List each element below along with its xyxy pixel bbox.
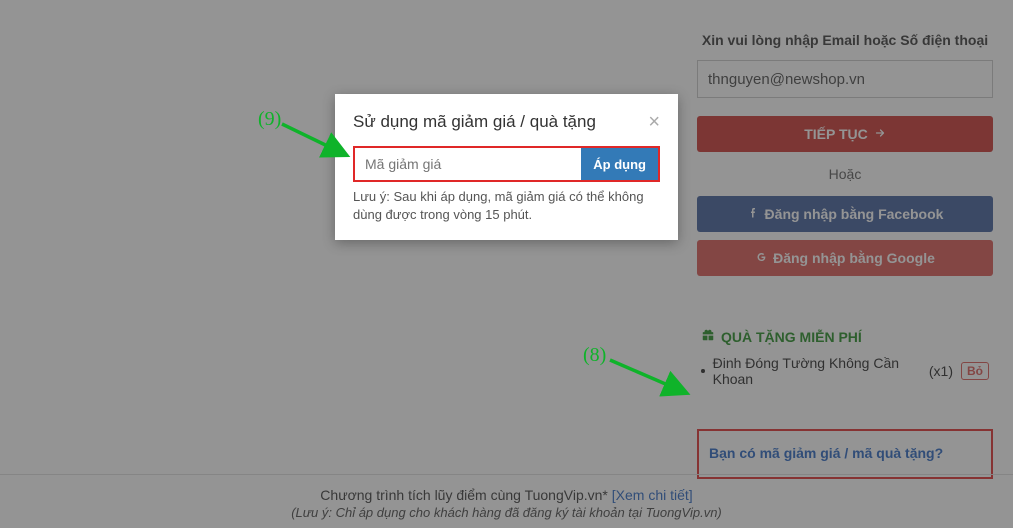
gg-label: Đăng nhập bằng Google [773, 250, 935, 266]
google-icon [755, 250, 767, 266]
facebook-login-button[interactable]: Đăng nhập bằng Facebook [697, 196, 993, 232]
page-root: Xin vui lòng nhập Email hoặc Số điện tho… [0, 0, 1013, 528]
footer: Chương trình tích lũy điểm cùng TuongVip… [0, 474, 1013, 528]
continue-button[interactable]: TIẾP TỤC [697, 116, 993, 152]
continue-label: TIẾP TỤC [804, 126, 868, 142]
bullet-icon [701, 369, 705, 373]
apply-coupon-button[interactable]: Áp dụng [581, 148, 658, 180]
footer-line1: Chương trình tích lũy điểm cùng TuongVip… [0, 487, 1013, 503]
modal-note: Lưu ý: Sau khi áp dụng, mã giảm giá có t… [353, 188, 660, 224]
arrow-right-icon [874, 126, 886, 142]
coupon-input-group: Áp dụng [353, 146, 660, 182]
gift-item-qty: (x1) [929, 363, 953, 379]
footer-text: Chương trình tích lũy điểm cùng TuongVip… [320, 487, 611, 503]
footer-details-link[interactable]: [Xem chi tiết] [612, 487, 693, 503]
email-input[interactable] [697, 60, 993, 98]
coupon-code-input[interactable] [355, 148, 581, 180]
facebook-icon [747, 206, 759, 222]
gift-item-row: Đinh Đóng Tường Không Cần Khoan (x1) Bỏ [701, 355, 989, 387]
coupon-modal: Sử dụng mã giảm giá / quà tặng × Áp dụng… [335, 94, 678, 240]
gift-section: QUÀ TẶNG MIỄN PHÍ Đinh Đóng Tường Không … [697, 320, 993, 395]
modal-header: Sử dụng mã giảm giá / quà tặng × [353, 112, 660, 132]
or-separator: Hoặc [697, 166, 993, 182]
footer-note: (Lưu ý: Chỉ áp dụng cho khách hàng đã đă… [0, 505, 1013, 520]
gift-icon [701, 328, 715, 345]
google-login-button[interactable]: Đăng nhập bằng Google [697, 240, 993, 276]
right-panel: Xin vui lòng nhập Email hoặc Số điện tho… [685, 0, 1005, 489]
gift-title: QUÀ TẶNG MIỄN PHÍ [701, 328, 989, 345]
coupon-link[interactable]: Bạn có mã giảm giá / mã quà tặng? [709, 445, 943, 461]
modal-title: Sử dụng mã giảm giá / quà tặng [353, 112, 596, 132]
gift-remove-button[interactable]: Bỏ [961, 362, 989, 380]
login-prompt: Xin vui lòng nhập Email hoặc Số điện tho… [697, 32, 993, 48]
gift-title-text: QUÀ TẶNG MIỄN PHÍ [721, 329, 862, 345]
fb-label: Đăng nhập bằng Facebook [765, 206, 944, 222]
close-icon[interactable]: × [648, 112, 660, 132]
gift-item-name: Đinh Đóng Tường Không Cần Khoan [713, 355, 921, 387]
coupon-link-box: Bạn có mã giảm giá / mã quà tặng? [697, 429, 993, 479]
